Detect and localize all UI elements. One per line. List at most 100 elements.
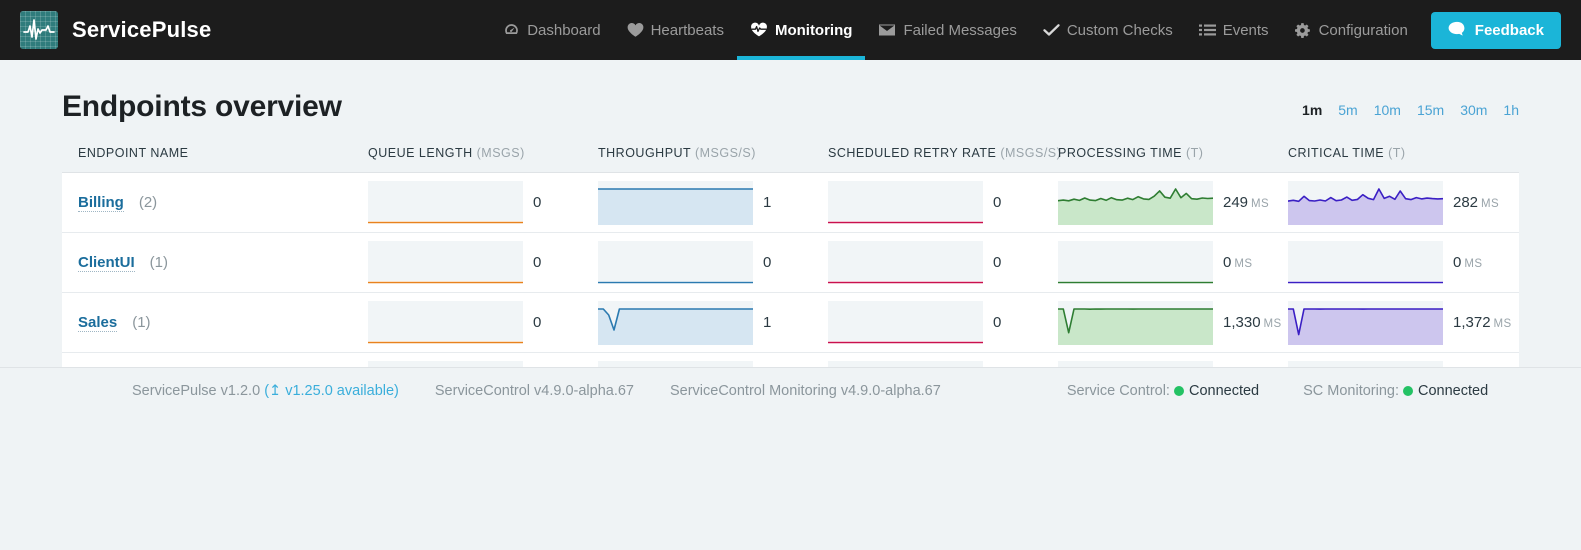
queue-length-sparkline[interactable] [368, 300, 523, 345]
range-15m[interactable]: 15m [1417, 102, 1444, 118]
feedback-button[interactable]: Feedback [1430, 11, 1561, 49]
nav-item-label: Dashboard [527, 21, 601, 39]
envelope-icon [878, 23, 896, 37]
table-row[interactable]: Billing (2) 0 1 0 249 MS 282 MS [62, 173, 1519, 233]
nav-item-dashboard[interactable]: Dashboard [490, 0, 613, 60]
nav-item-configuration[interactable]: Configuration [1282, 0, 1421, 60]
servicepulse-version: ServicePulse v1.2.0 (↥ v1.25.0 available… [132, 382, 399, 399]
table-row[interactable]: Sales (1) 0 1 0 1,330 MS 1,372 MS [62, 293, 1519, 353]
status-dot-icon [1403, 385, 1414, 396]
processing-time-value: 0 MS [1223, 254, 1253, 271]
endpoint-link[interactable]: ClientUI [78, 254, 135, 272]
nav-item-label: Custom Checks [1066, 21, 1173, 39]
nav-item-failed-messages[interactable]: Failed Messages [865, 0, 1029, 60]
throughput-cell: 0 [598, 240, 828, 285]
sc-monitoring-status: SC Monitoring: Connected [1303, 382, 1489, 399]
critical-time-cell: 282 MS [1288, 180, 1503, 225]
throughput-value: 1 [763, 314, 772, 331]
endpoint-name-cell: Billing (2) [78, 194, 368, 212]
processing-time-cell: 1,330 MS [1058, 300, 1288, 345]
retry-rate-sparkline[interactable] [828, 300, 983, 345]
feedback-label: Feedback [1474, 21, 1544, 39]
list-icon [1198, 23, 1216, 37]
queue-length-value: 0 [533, 194, 542, 211]
processing-time-sparkline[interactable] [1058, 240, 1213, 285]
pulse-logo-icon [20, 11, 58, 49]
column-header-endpoint-name[interactable]: ENDPOINT NAME [78, 146, 368, 160]
retry-rate-sparkline[interactable] [828, 240, 983, 285]
footer-statuses: Service Control: Connected SC Monitoring:… [1067, 383, 1488, 399]
endpoint-link[interactable]: Sales [78, 314, 118, 332]
range-10m[interactable]: 10m [1374, 102, 1401, 118]
column-header-throughput[interactable]: THROUGHPUT (MSGS/S) [598, 146, 828, 160]
range-1h[interactable]: 1h [1503, 102, 1519, 118]
critical-time-sparkline[interactable] [1288, 180, 1443, 225]
gear-icon [1294, 22, 1312, 39]
column-header-queue-length[interactable]: QUEUE LENGTH (MSGS) [368, 146, 598, 160]
heart-pulse-icon [750, 22, 768, 38]
table-header-row: ENDPOINT NAME QUEUE LENGTH (MSGS) THROUG… [62, 130, 1519, 173]
throughput-cell: 1 [598, 300, 828, 345]
servicecontrol-monitoring-version: ServiceControl Monitoring v4.9.0-alpha.6… [669, 382, 941, 399]
retry-rate-value: 0 [993, 314, 1002, 331]
service-control-status: Service Control: Connected [1066, 382, 1260, 399]
throughput-sparkline[interactable] [598, 240, 753, 285]
endpoint-instance-count: (1) [149, 254, 169, 271]
queue-length-value: 0 [533, 254, 542, 271]
range-1m[interactable]: 1m [1302, 102, 1322, 118]
nav-items: Dashboard Heartbeats Monitoring Failed M… [490, 0, 1561, 60]
critical-time-value: 1,372 MS [1453, 314, 1512, 331]
table-row[interactable]: ClientUI (1) 0 0 0 0 MS 0 MS [62, 233, 1519, 293]
endpoint-name-cell: Sales (1) [78, 314, 368, 332]
title-row: Endpoints overview 1m 5m 10m 15m 30m 1h [62, 60, 1519, 130]
scheduled-retry-rate-cell: 0 [828, 300, 1058, 345]
processing-time-value: 1,330 MS [1223, 314, 1282, 331]
range-5m[interactable]: 5m [1338, 102, 1357, 118]
processing-time-cell: 0 MS [1058, 240, 1288, 285]
queue-length-value: 0 [533, 314, 542, 331]
range-30m[interactable]: 30m [1460, 102, 1487, 118]
brand[interactable]: ServicePulse [0, 11, 211, 49]
critical-time-value: 0 MS [1453, 254, 1483, 271]
nav-item-label: Monitoring [774, 21, 853, 39]
column-header-scheduled-retry-rate[interactable]: SCHEDULED RETRY RATE (MSGS/S) [828, 146, 1061, 160]
nav-item-monitoring[interactable]: Monitoring [736, 0, 866, 60]
processing-time-cell: 249 MS [1058, 180, 1288, 225]
nav-item-custom-checks[interactable]: Custom Checks [1030, 0, 1186, 60]
nav-item-label: Events [1222, 21, 1269, 39]
processing-time-sparkline[interactable] [1058, 180, 1213, 225]
page-content: Endpoints overview 1m 5m 10m 15m 30m 1h … [0, 60, 1581, 413]
critical-time-sparkline[interactable] [1288, 300, 1443, 345]
check-icon [1043, 23, 1060, 37]
endpoint-link[interactable]: Billing [78, 194, 124, 212]
column-header-critical-time[interactable]: CRITICAL TIME (T) [1288, 146, 1503, 160]
processing-time-value: 249 MS [1223, 194, 1270, 211]
queue-length-sparkline[interactable] [368, 180, 523, 225]
throughput-sparkline[interactable] [598, 180, 753, 225]
column-header-processing-time[interactable]: PROCESSING TIME (T) [1058, 146, 1288, 160]
critical-time-sparkline[interactable] [1288, 240, 1443, 285]
endpoint-instance-count: (1) [132, 314, 151, 331]
speech-bubble-icon [1448, 21, 1466, 40]
nav-item-heartbeats[interactable]: Heartbeats [614, 0, 737, 60]
footer: ServicePulse v1.2.0 (↥ v1.25.0 available… [0, 367, 1581, 413]
servicecontrol-version: ServiceControl v4.9.0-alpha.67 [434, 382, 634, 399]
upload-icon: ↥ [269, 382, 282, 399]
throughput-sparkline[interactable] [598, 300, 753, 345]
critical-time-cell: 1,372 MS [1288, 300, 1512, 345]
nav-item-label: Heartbeats [650, 21, 724, 39]
status-dot-icon [1173, 385, 1184, 396]
critical-time-cell: 0 MS [1288, 240, 1503, 285]
upgrade-link[interactable]: (↥ v1.25.0 available) [264, 383, 399, 399]
nav-item-label: Failed Messages [903, 21, 1017, 39]
retry-rate-sparkline[interactable] [828, 180, 983, 225]
queue-length-cell: 0 [368, 300, 598, 345]
queue-length-cell: 0 [368, 180, 598, 225]
gauge-icon [503, 22, 520, 39]
queue-length-sparkline[interactable] [368, 240, 523, 285]
brand-name: ServicePulse [72, 17, 212, 42]
critical-time-value: 282 MS [1453, 194, 1500, 211]
time-range-selector: 1m 5m 10m 15m 30m 1h [1302, 102, 1519, 124]
nav-item-events[interactable]: Events [1186, 0, 1282, 60]
processing-time-sparkline[interactable] [1058, 300, 1213, 345]
